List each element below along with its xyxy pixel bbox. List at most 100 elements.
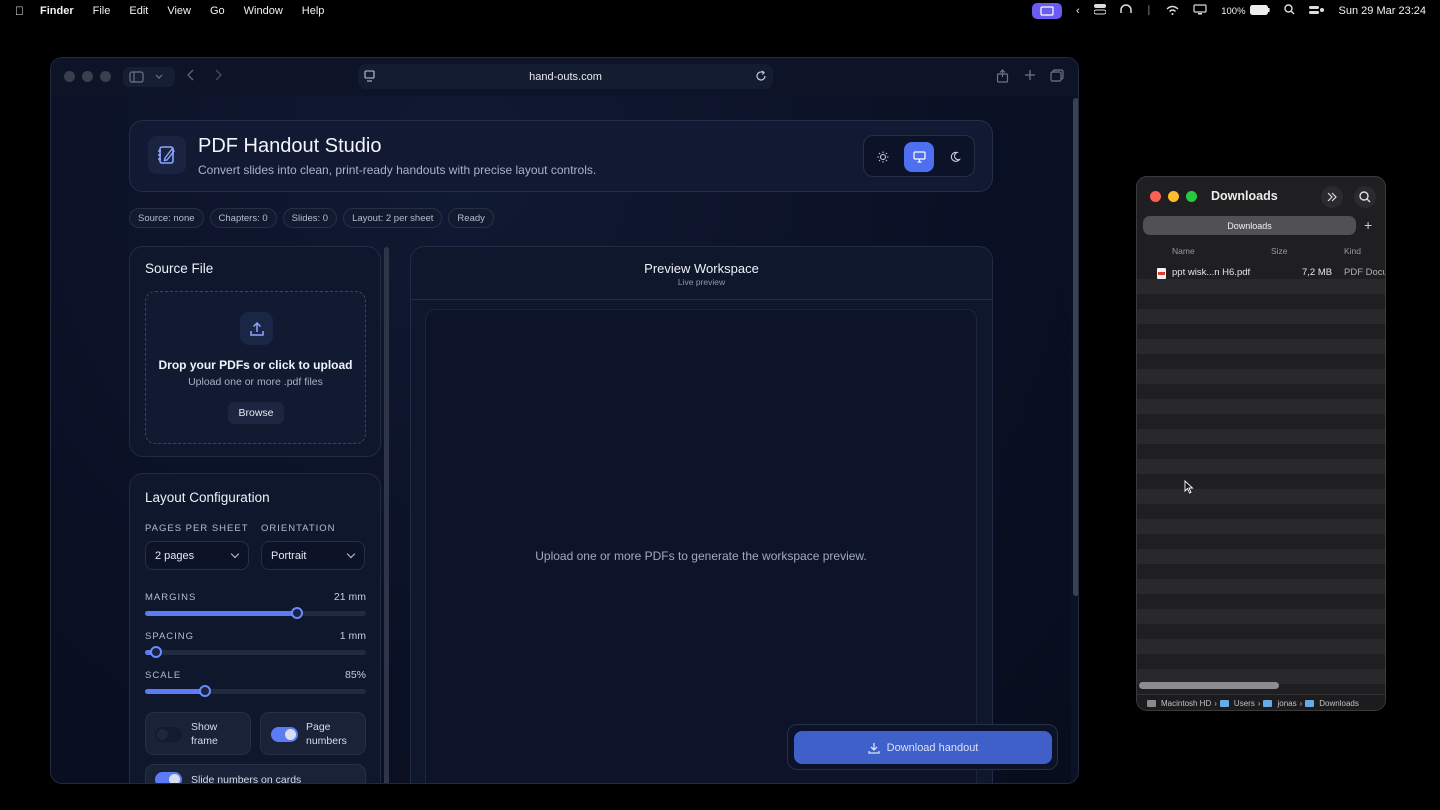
web-page: PDF Handout Studio Convert slides into c… [51, 96, 1071, 783]
slide-numbers-toggle-card[interactable]: Slide numbers on cards [145, 764, 366, 783]
finder-file-list [1137, 264, 1385, 684]
upload-icon [240, 312, 273, 345]
clock-text[interactable]: Sun 29 Mar 23:24 [1339, 5, 1426, 17]
pages-per-sheet-select[interactable]: 2 pages [145, 541, 249, 570]
wifi-icon[interactable] [1166, 5, 1179, 18]
finder-zoom-button[interactable] [1186, 191, 1197, 202]
new-tab-icon[interactable] [1024, 69, 1036, 84]
orientation-select[interactable]: Portrait [261, 541, 365, 570]
apple-icon[interactable]:  [15, 4, 24, 18]
page-numbers-switch[interactable] [271, 727, 298, 742]
back-button[interactable] [187, 69, 195, 84]
scale-slider-fill [145, 689, 205, 694]
show-frame-switch[interactable] [155, 727, 182, 742]
chip-status: Ready [448, 208, 494, 228]
path-jonas[interactable]: jonas [1277, 699, 1296, 708]
menu-window[interactable]: Window [244, 5, 283, 17]
share-icon[interactable] [996, 69, 1009, 86]
sun-icon [877, 151, 889, 163]
moon-icon [950, 151, 961, 162]
siri-icon[interactable] [1308, 5, 1325, 18]
path-downloads[interactable]: Downloads [1319, 699, 1359, 708]
preview-divider [411, 299, 992, 300]
chip-chapters: Chapters: 0 [209, 208, 277, 228]
address-bar[interactable]: hand-outs.com [358, 64, 773, 89]
margins-slider-handle[interactable] [291, 607, 304, 619]
finder-horizontal-scrollbar[interactable] [1139, 682, 1279, 689]
scale-slider[interactable] [145, 685, 366, 697]
menu-view[interactable]: View [167, 5, 191, 17]
download-handout-label: Download handout [886, 741, 979, 754]
path-users[interactable]: Users [1234, 699, 1255, 708]
minimize-window-button[interactable] [82, 71, 93, 82]
finder-minimize-button[interactable] [1168, 191, 1179, 202]
finder-tab-downloads[interactable]: Downloads [1143, 216, 1356, 235]
close-window-button[interactable] [64, 71, 75, 82]
browse-button[interactable]: Browse [228, 402, 284, 424]
page-scrollbar-thumb[interactable] [1073, 98, 1078, 596]
status-chips: Source: none Chapters: 0 Slides: 0 Layou… [129, 208, 494, 228]
screen-mirroring-icon[interactable] [1031, 3, 1062, 19]
orientation-label: ORIENTATION [261, 523, 336, 534]
download-handout-button[interactable]: Download handout [794, 731, 1052, 764]
system-theme-button[interactable] [904, 142, 934, 172]
menu-file[interactable]: File [93, 5, 111, 17]
mouse-cursor-icon [1184, 480, 1194, 494]
orientation-value: Portrait [271, 549, 307, 562]
page-numbers-toggle-card[interactable]: Page numbers [260, 712, 366, 755]
control-center-icon[interactable] [1093, 4, 1107, 18]
spacing-slider[interactable] [145, 646, 366, 658]
file-kind: PDF Docu [1344, 267, 1386, 278]
finder-file-row[interactable]: ppt wisk...n H6.pdf 7,2 MB PDF Docu [1137, 266, 1385, 281]
finder-close-button[interactable] [1150, 191, 1161, 202]
site-settings-icon[interactable] [364, 70, 375, 85]
source-file-title: Source File [145, 261, 214, 276]
reload-icon[interactable] [755, 70, 767, 85]
spacing-slider-handle[interactable] [150, 646, 163, 658]
tab-overview-icon[interactable] [1050, 69, 1064, 85]
battery-text: 100% [1221, 5, 1246, 17]
theme-switcher [863, 135, 975, 177]
menu-app-finder[interactable]: Finder [40, 5, 74, 17]
url-text[interactable]: hand-outs.com [529, 71, 602, 83]
finder-search-icon[interactable] [1354, 186, 1376, 208]
battery-icon[interactable] [1249, 4, 1270, 18]
dropzone-title: Drop your PDFs or click to upload [158, 358, 353, 372]
chevron-double-right-icon[interactable] [1321, 186, 1343, 208]
slide-numbers-switch[interactable] [155, 772, 182, 783]
zoom-window-button[interactable] [100, 71, 111, 82]
pages-per-sheet-label: PAGES PER SHEET [145, 523, 249, 534]
display-icon[interactable] [1193, 4, 1207, 18]
menu-go[interactable]: Go [210, 5, 225, 17]
bluetooth-icon[interactable]: ᛁ [1146, 5, 1153, 17]
finder-new-tab-icon[interactable]: + [1364, 217, 1372, 233]
menu-help[interactable]: Help [302, 5, 325, 17]
app-header: PDF Handout Studio Convert slides into c… [129, 120, 993, 192]
layout-config-title: Layout Configuration [145, 490, 270, 505]
chevron-left-icon[interactable]: ‹ [1076, 5, 1080, 17]
show-frame-label: Show frame [191, 721, 218, 747]
light-theme-button[interactable] [868, 142, 898, 172]
column-kind[interactable]: Kind [1344, 246, 1361, 256]
search-icon[interactable] [1283, 4, 1295, 18]
headphones-icon[interactable] [1119, 4, 1132, 18]
scale-slider-handle[interactable] [198, 685, 211, 697]
sidebar-toggle-button[interactable] [123, 67, 175, 87]
show-frame-toggle-card[interactable]: Show frame [145, 712, 251, 755]
margins-slider[interactable] [145, 607, 366, 619]
preview-workspace: Upload one or more PDFs to generate the … [425, 309, 977, 783]
pdf-dropzone[interactable]: Drop your PDFs or click to upload Upload… [145, 291, 366, 444]
dark-theme-button[interactable] [940, 142, 970, 172]
sidebar-scrollbar[interactable] [384, 247, 389, 783]
forward-button[interactable] [215, 69, 223, 84]
notebook-pen-icon [148, 136, 186, 174]
finder-column-headers: Name Size Kind [1137, 243, 1385, 259]
column-size[interactable]: Size [1271, 246, 1288, 256]
page-scrollbar[interactable] [1072, 96, 1078, 783]
path-macintosh-hd[interactable]: Macintosh HD [1161, 699, 1211, 708]
finder-title: Downloads [1211, 189, 1278, 203]
pages-per-sheet-value: 2 pages [155, 549, 195, 562]
dropzone-subtitle: Upload one or more .pdf files [188, 376, 323, 388]
column-name[interactable]: Name [1172, 246, 1195, 256]
menu-edit[interactable]: Edit [129, 5, 148, 17]
